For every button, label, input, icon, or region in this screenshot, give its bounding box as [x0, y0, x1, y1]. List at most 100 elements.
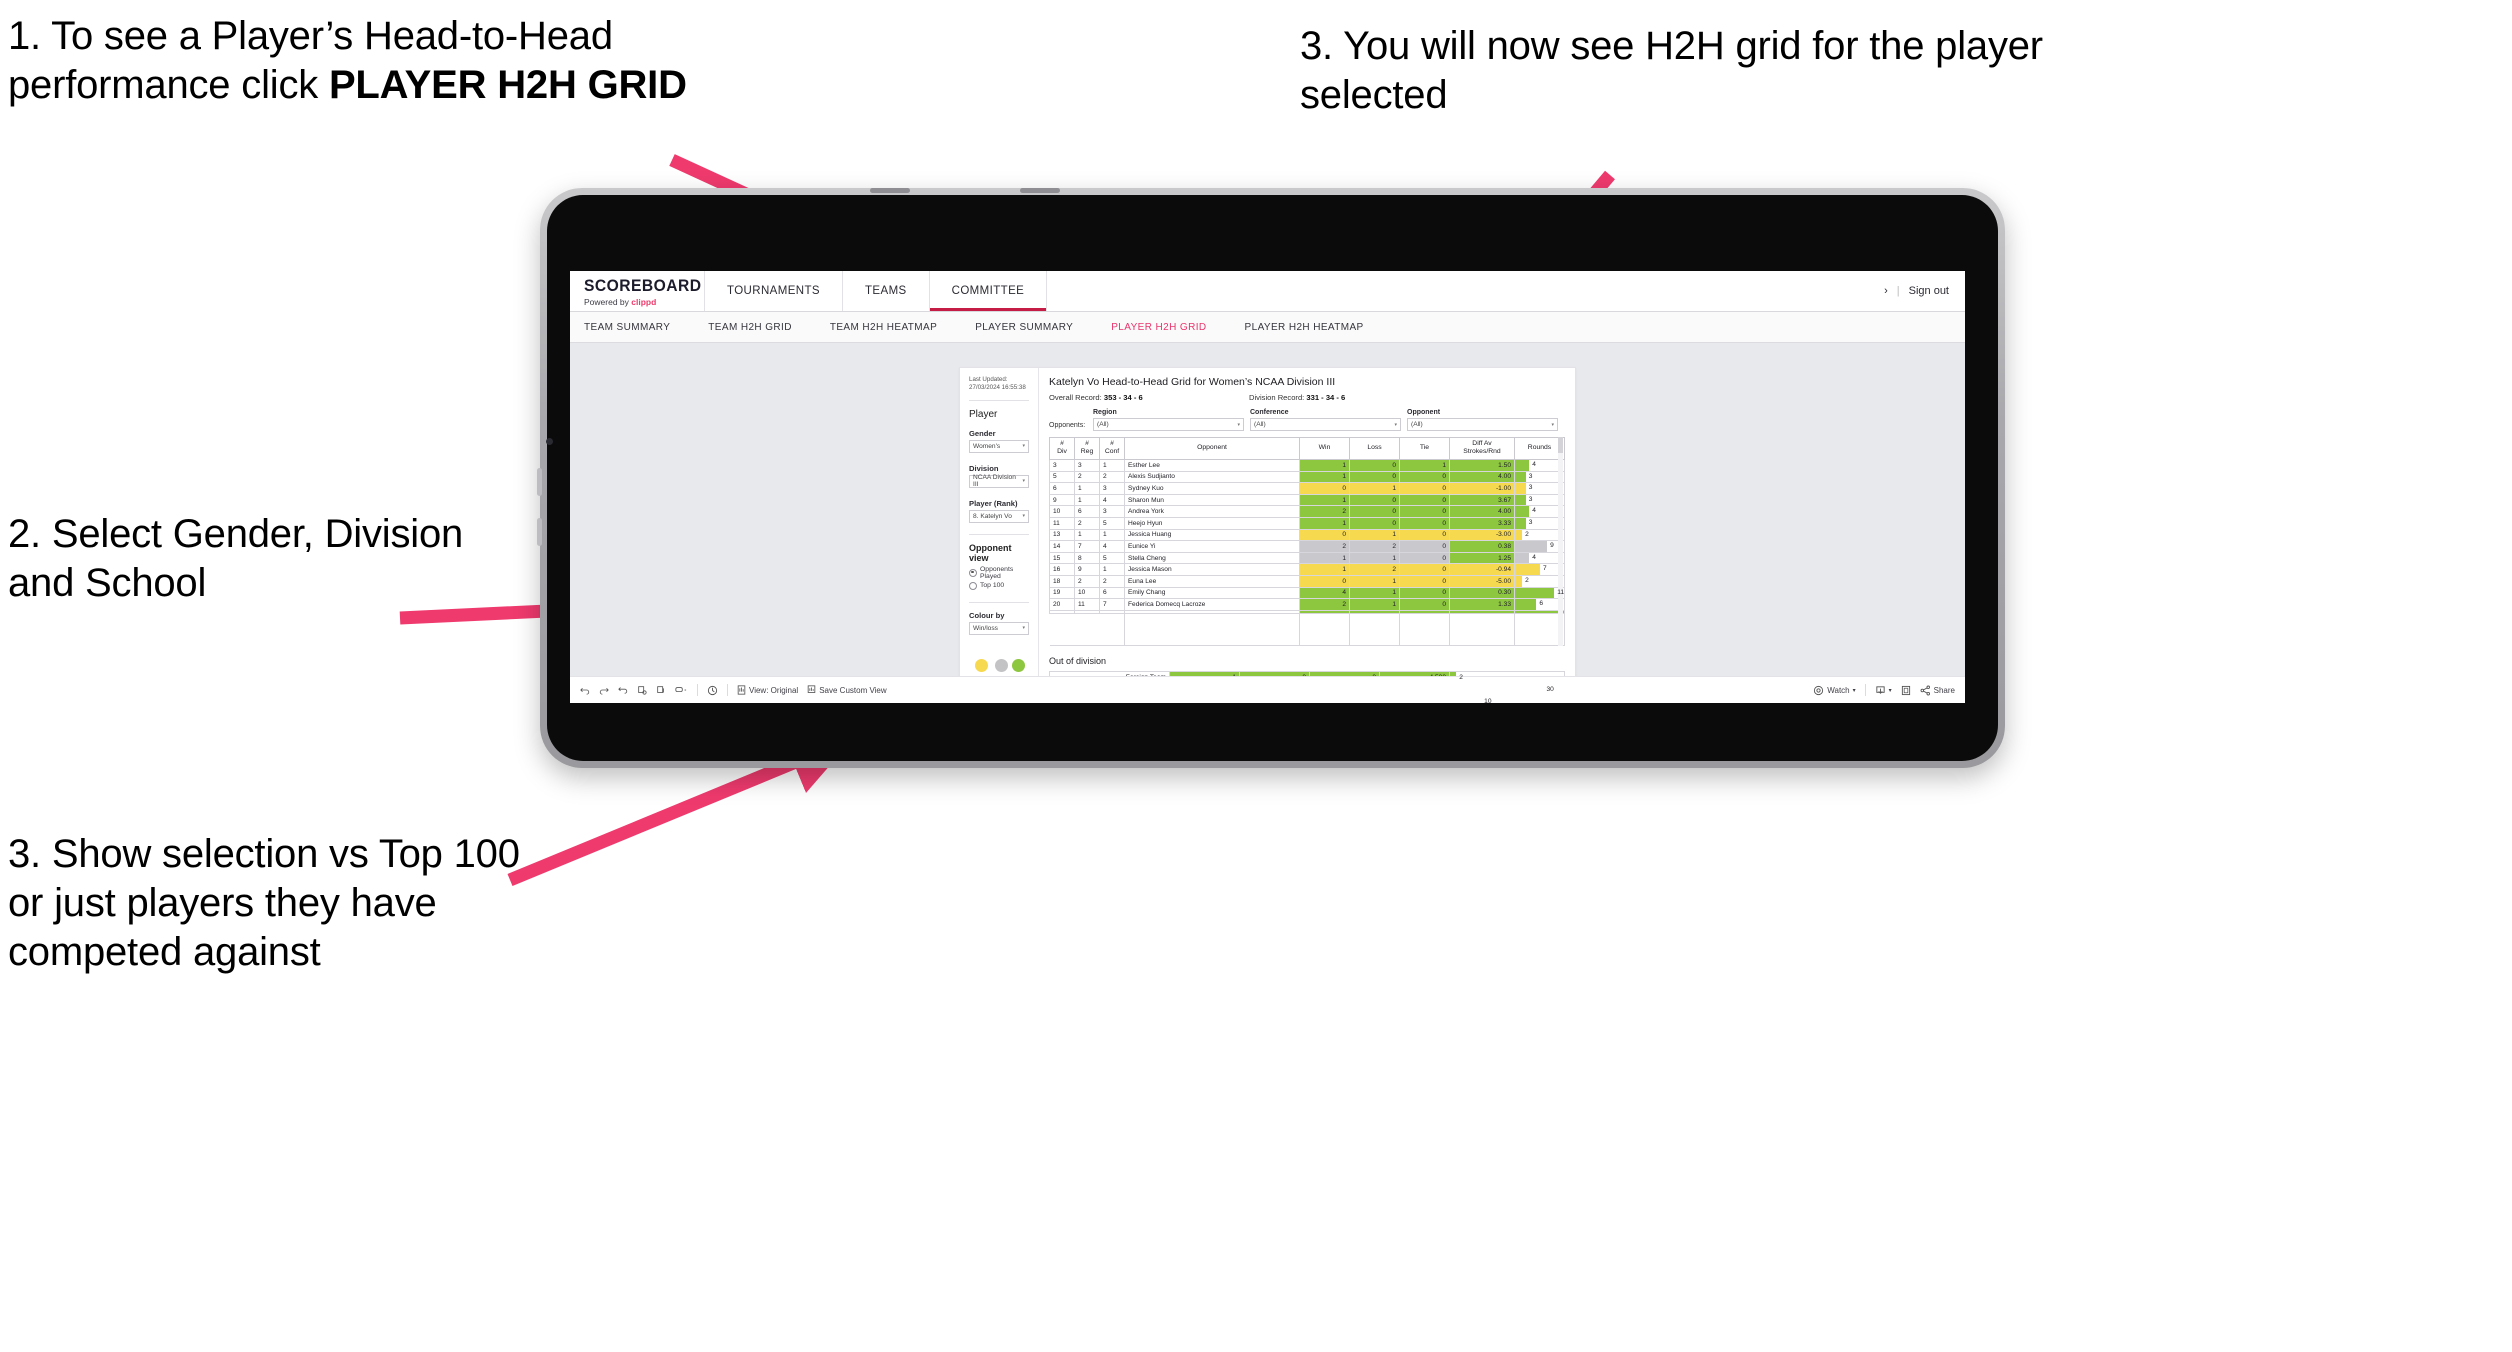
tab-team-summary[interactable]: TEAM SUMMARY	[584, 322, 689, 333]
table-cell: Federica Domecq Lacroze	[1124, 598, 1300, 611]
table-cell: 1	[1299, 516, 1350, 530]
tablet-button-2[interactable]	[537, 518, 542, 546]
column-header[interactable]: # Div	[1049, 437, 1075, 460]
table-cell: 1	[1349, 574, 1400, 588]
revert-icon[interactable]	[618, 685, 628, 695]
radio-top-100[interactable]: Top 100	[969, 581, 1029, 590]
table-cell: 5	[1049, 470, 1075, 484]
save-custom-view-button[interactable]: Save Custom View	[807, 685, 887, 695]
dashboard-main: Katelyn Vo Head-to-Head Grid for Women’s…	[1039, 368, 1575, 703]
table-cell: 0	[1349, 516, 1400, 530]
table-cell: 2	[1299, 540, 1350, 553]
tab-team-h2h-heatmap[interactable]: TEAM H2H HEATMAP	[811, 322, 956, 333]
table-cell: 0	[1349, 493, 1400, 507]
share-button[interactable]: Share	[1920, 685, 1955, 696]
dashboard-area: Last Updated: 27/03/2024 16:55:38 Player…	[570, 343, 1965, 703]
table-cell: 4	[1099, 493, 1125, 507]
history-icon[interactable]	[707, 685, 718, 696]
rounds-value: 4	[1532, 553, 1536, 561]
table-cell: -0.94	[1449, 563, 1515, 576]
column-header[interactable]: Win	[1299, 437, 1350, 460]
fullscreen-icon[interactable]	[1901, 685, 1911, 696]
filter-conference-value: (All)	[1254, 421, 1266, 428]
watch-button[interactable]: Watch ▾	[1813, 685, 1856, 696]
table-row[interactable]: 5 2 2 Alexis Sudjianto 1 0 0 4.00 3	[1049, 470, 1565, 484]
toolbar-divider-1	[697, 684, 698, 696]
opponent-filters: Opponents: Region (All) ▾ Conference (Al	[1049, 409, 1565, 431]
rounds-bar	[1515, 517, 1526, 529]
gender-dropdown[interactable]: Women's ▾	[969, 439, 1029, 453]
division-dropdown[interactable]: NCAA Division III ▾	[969, 474, 1029, 488]
table-row[interactable]: 16 9 1 Jessica Mason 1 2 0 -0.94 7	[1049, 563, 1565, 576]
table-row[interactable]: 19 10 6 Emily Chang 4 1 0 0.30 11	[1049, 586, 1565, 600]
sign-out-link[interactable]: Sign out	[1909, 285, 1949, 297]
table-cell: 1	[1349, 528, 1400, 542]
brand-logo[interactable]: SCOREBOARD Powered by clippd	[570, 271, 705, 311]
filter-conference-dropdown[interactable]: (All) ▾	[1250, 418, 1401, 431]
table-cell: 0	[1299, 482, 1350, 495]
column-header[interactable]: Loss	[1349, 437, 1400, 460]
radio-opponents-played[interactable]: Opponents Played	[969, 566, 1029, 580]
colour-by-dropdown[interactable]: Win/loss ▾	[969, 621, 1029, 635]
table-cell: 1	[1074, 528, 1100, 542]
topnav-item-committee[interactable]: COMMITTEE	[930, 271, 1048, 311]
table-cell: Alexis Sudjianto	[1124, 470, 1300, 484]
rounds-value: 2	[1459, 673, 1463, 681]
filter-region-dropdown[interactable]: (All) ▾	[1093, 418, 1244, 431]
column-header[interactable]: Opponent	[1124, 437, 1300, 460]
download-button[interactable]: ▾	[1875, 685, 1892, 696]
refresh-data-icon[interactable]	[637, 685, 647, 695]
table-row[interactable]: 15 8 5 Stella Cheng 1 1 0 1.25 4	[1049, 551, 1565, 565]
redo-icon[interactable]	[599, 685, 609, 695]
table-cell: Sydney Kuo	[1124, 482, 1300, 495]
toolbar-divider-2	[727, 684, 728, 696]
table-row[interactable]: 14 7 4 Eunice Yi 2 2 0 0.38 9	[1049, 540, 1565, 553]
colour-by-value: Win/loss	[973, 624, 998, 632]
table-row[interactable]: 20 11 7 Federica Domecq Lacroze 2 1 0 1.33 6	[1049, 598, 1565, 611]
table-cell: 2	[1074, 516, 1100, 530]
table-cell-empty	[1074, 612, 1100, 646]
table-row[interactable]: 6 1 3 Sydney Kuo 0 1 0 -1.00 3	[1049, 482, 1565, 495]
rounds-value: 3	[1528, 495, 1533, 503]
table-cell: Jessica Huang	[1124, 528, 1300, 542]
undo-icon[interactable]	[580, 685, 590, 695]
table-scrollbar-track[interactable]	[1558, 437, 1563, 646]
rounds-bar	[1515, 494, 1526, 506]
topnav-item-teams[interactable]: TEAMS	[843, 271, 930, 311]
table-row[interactable]: 9 1 4 Sharon Mun 1 0 0 3.67 3	[1049, 493, 1565, 507]
chevron-down-icon: ▾	[1022, 443, 1025, 450]
table-cell: 1.33	[1449, 598, 1515, 611]
player-rank-dropdown[interactable]: 8. Katelyn Vo ▾	[969, 509, 1029, 523]
column-header[interactable]: # Reg	[1074, 437, 1100, 460]
tab-player-h2h-grid[interactable]: PLAYER H2H GRID	[1092, 322, 1225, 333]
tablet-button-1[interactable]	[537, 468, 542, 496]
table-cell: 4.00	[1449, 470, 1515, 484]
table-cell: 0	[1299, 574, 1350, 588]
topnav-item-tournaments[interactable]: TOURNAMENTS	[705, 271, 843, 311]
table-cell: 14	[1049, 540, 1075, 553]
table-row[interactable]: 11 2 5 Heejo Hyun 1 0 0 3.33 3	[1049, 516, 1565, 530]
table-row[interactable]: 3 3 1 Esther Lee 1 0 1 1.50 4	[1049, 458, 1565, 472]
column-header[interactable]: # Conf	[1099, 437, 1125, 460]
table-scrollbar-thumb[interactable]	[1558, 437, 1563, 453]
column-header[interactable]: Diff Av Strokes/Rnd	[1449, 437, 1515, 460]
table-cell: Emily Chang	[1124, 586, 1300, 600]
chevron-right-icon[interactable]: ›	[1884, 285, 1888, 297]
table-cell: 3	[1049, 458, 1075, 472]
device-layout-icon[interactable]	[675, 685, 688, 695]
table-cell: Heejo Hyun	[1124, 516, 1300, 530]
tab-team-h2h-grid[interactable]: TEAM H2H GRID	[689, 322, 811, 333]
column-header[interactable]: Rounds	[1514, 437, 1565, 460]
view-original-button[interactable]: View: Original	[737, 685, 798, 695]
table-row[interactable]: 10 6 3 Andrea York 2 0 0 4.00 4	[1049, 505, 1565, 518]
gender-label: Gender	[969, 428, 996, 438]
pause-updates-icon[interactable]	[656, 685, 666, 695]
table-row[interactable]: 18 2 2 Euna Lee 0 1 0 -5.00 2	[1049, 574, 1565, 588]
column-header[interactable]: Tie	[1399, 437, 1450, 460]
filter-opponent-dropdown[interactable]: (All) ▾	[1407, 418, 1558, 431]
chevron-down-icon: ▾	[1888, 687, 1892, 694]
tab-player-h2h-heatmap[interactable]: PLAYER H2H HEATMAP	[1226, 322, 1383, 333]
table-row[interactable]: 13 1 1 Jessica Huang 0 1 0 -3.00 2	[1049, 528, 1565, 542]
tab-player-summary[interactable]: PLAYER SUMMARY	[956, 322, 1092, 333]
table-cell: 4	[1099, 540, 1125, 553]
